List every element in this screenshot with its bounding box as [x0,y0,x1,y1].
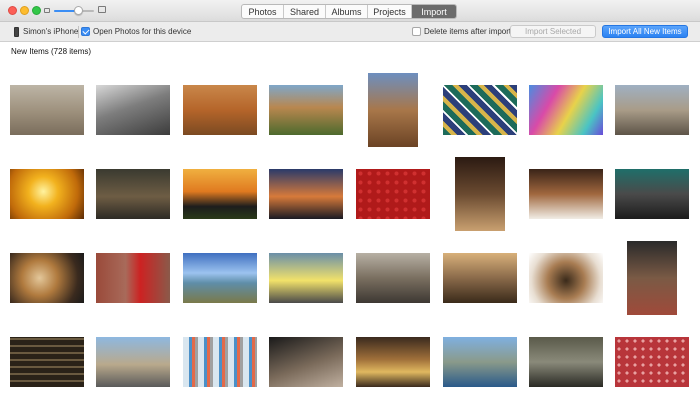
delete-after-import-checkbox[interactable] [412,27,421,36]
photo-painter-easel[interactable] [356,253,430,303]
photo-castle-tower[interactable] [368,73,418,147]
tab-projects[interactable]: Projects [368,5,412,18]
delete-after-import-label[interactable]: Delete items after import [424,27,511,36]
photo-woman-doorway[interactable] [627,241,677,315]
photo-red-door-knocker[interactable] [356,169,430,219]
photo-church-nave[interactable] [356,337,430,387]
photo-mosaic-bench[interactable] [183,337,257,387]
photo-colorful-fabrics[interactable] [529,85,603,135]
close-window-button[interactable] [8,6,17,15]
photo-bw-village[interactable] [96,85,170,135]
photo-alhambra-gardens[interactable] [269,85,343,135]
open-photos-label[interactable]: Open Photos for this device [93,27,191,36]
photo-sunset-field[interactable] [183,169,257,219]
thumbnail-zoom-slider[interactable] [44,5,106,17]
device-name[interactable]: Simon's iPhone [23,27,78,36]
photo-street-cart[interactable] [269,253,343,303]
minimize-window-button[interactable] [20,6,29,15]
photo-monk-silhouette[interactable] [529,337,603,387]
zoom-slider-track[interactable] [54,6,94,15]
photo-carved-letters[interactable] [10,337,84,387]
photo-harbor-town[interactable] [443,337,517,387]
import-all-new-items-button[interactable]: Import All New Items [602,25,688,38]
photo-reading-man[interactable] [455,157,505,231]
tab-photos[interactable]: Photos [242,5,284,18]
photo-moorish-tiles[interactable] [443,85,517,135]
title-bar: Photos Shared Albums Projects Import [0,0,700,22]
small-photo-icon [44,8,50,13]
photo-barcelona-skyline[interactable] [96,337,170,387]
section-title: New Items (728 items) [11,47,92,56]
import-selected-button[interactable]: Import Selected [510,25,596,38]
photo-spiral-stairs[interactable] [529,253,603,303]
photo-harp-player[interactable] [443,253,517,303]
toolbar-divider [78,26,79,38]
photo-bearded-man[interactable] [529,169,603,219]
photo-man-at-ruins[interactable] [615,85,689,135]
photo-red-studded-door[interactable] [615,337,689,387]
tab-albums[interactable]: Albums [326,5,368,18]
iphone-icon [14,27,19,37]
photo-courtyard-arches[interactable] [183,85,257,135]
photo-coastline[interactable] [183,253,257,303]
photo-golden-light[interactable] [10,169,84,219]
tab-shared[interactable]: Shared [284,5,326,18]
photo-cave-steps[interactable] [269,337,343,387]
tab-import[interactable]: Import [412,5,456,18]
photo-dog-on-street[interactable] [10,85,84,135]
import-toolbar: Simon's iPhone Open Photos for this devi… [0,22,700,42]
photo-tall-ship-sunset[interactable] [269,169,343,219]
view-tabs: Photos Shared Albums Projects Import [241,4,457,19]
open-photos-checkbox[interactable] [81,27,90,36]
zoom-window-button[interactable] [32,6,41,15]
photo-pastries[interactable] [10,253,84,303]
zoom-slider-knob[interactable] [74,6,83,15]
photo-vendor-stall[interactable] [96,169,170,219]
large-photo-icon [98,6,106,13]
photo-group-of-men[interactable] [615,169,689,219]
photo-red-phone-box[interactable] [96,253,170,303]
